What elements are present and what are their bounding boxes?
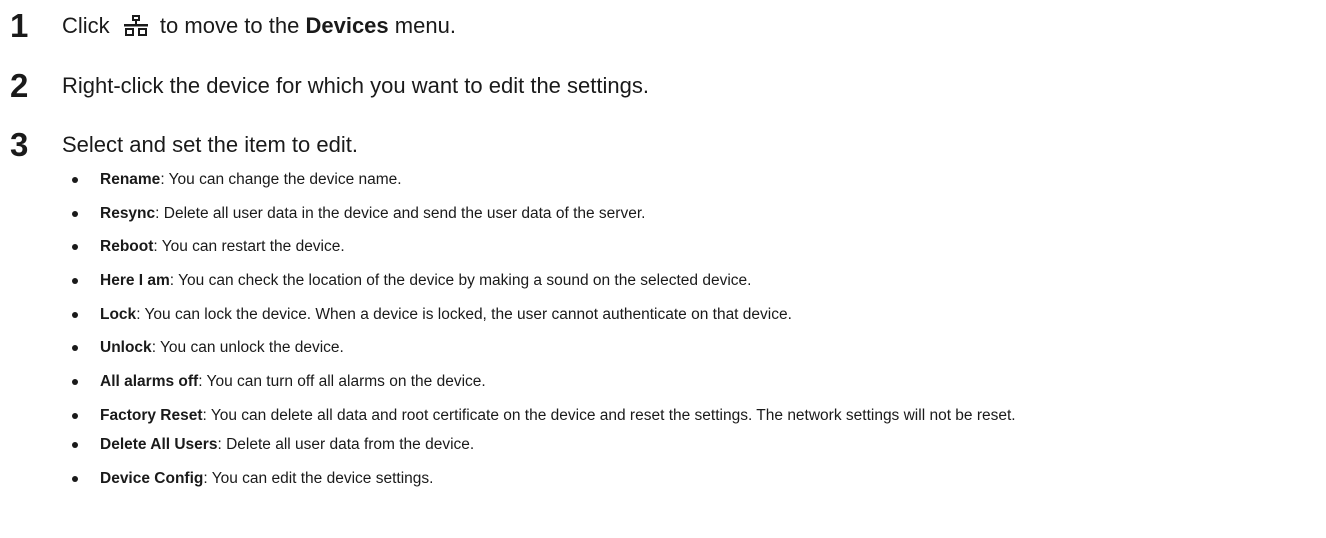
step-number: 3 (10, 126, 29, 163)
item-desc: : You can lock the device. When a device… (136, 305, 792, 323)
item-desc: : You can change the device name. (160, 171, 402, 188)
item-term: Delete All Users (100, 435, 218, 453)
step-text-after: menu. (394, 13, 456, 38)
step-number: 1 (10, 7, 29, 44)
list-item: Resync: Delete all user data in the devi… (62, 201, 1312, 226)
step-text: Right-click the device for which you wan… (62, 73, 649, 98)
list-item: Rename: You can change the device name. (62, 167, 1312, 192)
item-desc: : You can restart the device. (153, 238, 345, 256)
item-term: Here I am (100, 272, 170, 290)
item-desc: : You can edit the device settings. (203, 469, 434, 487)
item-desc: : You can turn off all alarms on the dev… (198, 373, 486, 391)
list-item: Delete All Users: Delete all user data f… (62, 432, 1312, 457)
item-desc: : You can delete all data and root certi… (202, 406, 1016, 424)
list-item: Lock: You can lock the device. When a de… (62, 302, 1312, 327)
item-term: Factory Reset (100, 406, 203, 424)
item-term: Reboot (100, 238, 154, 256)
step-text: Select and set the item to edit. (62, 132, 358, 157)
item-desc: : Delete all user data in the device and… (155, 204, 646, 222)
item-term: Unlock (100, 339, 152, 357)
step-text: Click to move to the Devices menu. (62, 10, 456, 46)
item-desc: : You can check the location of the devi… (169, 272, 752, 290)
list-item: All alarms off: You can turn off all ala… (62, 369, 1312, 394)
devices-menu-label: Devices (305, 13, 389, 38)
item-term: All alarms off (100, 373, 199, 391)
step-text-before: Click (62, 13, 110, 38)
list-item: Device Config: You can edit the device s… (62, 466, 1312, 491)
item-term: Rename (100, 171, 161, 188)
item-desc: : Delete all user data from the device. (217, 435, 475, 453)
list-item: Reboot: You can restart the device. (62, 234, 1312, 259)
item-term: Resync (100, 204, 156, 222)
item-term: Device Config (100, 469, 204, 487)
item-term: Lock (100, 305, 137, 323)
list-item: Here I am: You can check the location of… (62, 268, 1312, 293)
list-item: Unlock: You can unlock the device. (62, 335, 1312, 360)
step-text-middle: to move to the (159, 13, 300, 38)
step-number: 2 (10, 67, 29, 104)
network-devices-icon (123, 14, 148, 46)
item-desc: : You can unlock the device. (151, 339, 344, 357)
list-item: Factory Reset: You can delete all data a… (62, 403, 1312, 428)
settings-item-list: Rename: You can change the device name. … (62, 167, 1312, 499)
